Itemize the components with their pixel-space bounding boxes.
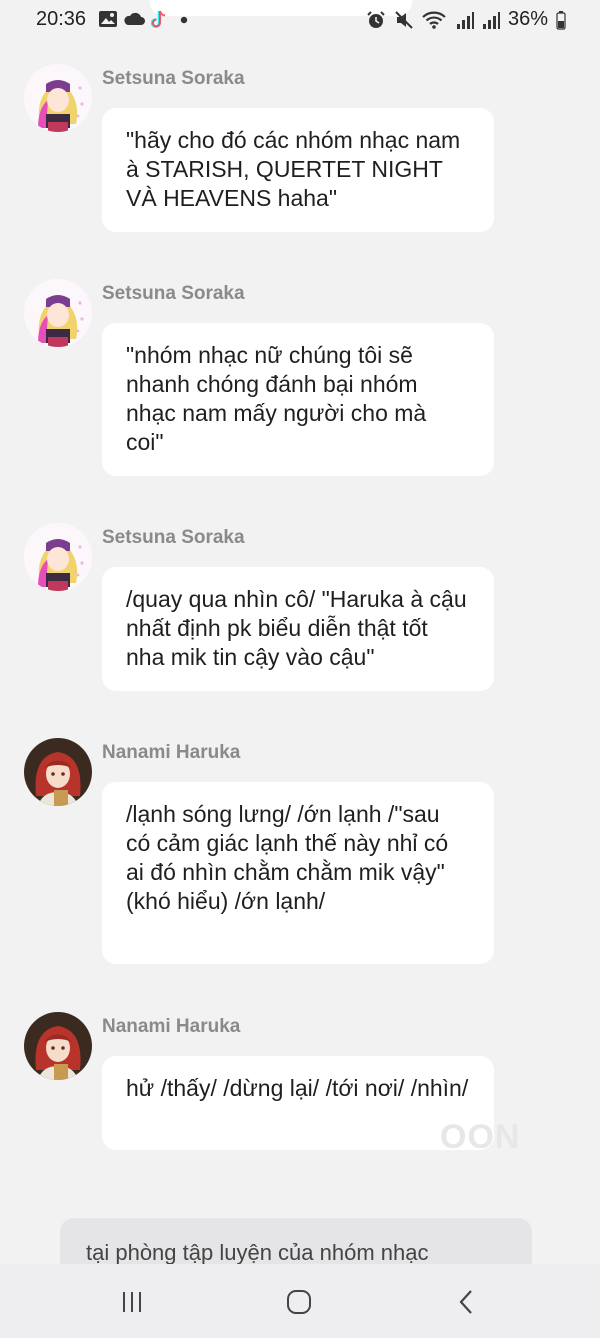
battery-icon [556,10,566,30]
status-time: 20:36 [36,8,87,30]
message-bubble: hử /thấy/ /dừng lại/ /tới nơi/ /nhìn/ [102,1056,494,1150]
alarm-icon [367,10,385,28]
blonde-character-avatar-icon [24,64,92,132]
avatar[interactable] [24,738,92,806]
blonde-character-avatar-icon [24,279,92,347]
battery-percentage: 36% [507,8,548,30]
avatar[interactable] [24,523,92,591]
sender-name: Nanami Haruka [102,1016,241,1037]
avatar[interactable] [24,279,92,347]
navigation-bar [0,1264,600,1338]
dot-icon [180,16,188,24]
recent-apps-icon [123,1292,141,1312]
signal-icon [482,11,500,29]
cloud-icon [124,12,145,25]
message-bubble: "nhóm nhạc nữ chúng tôi sẽ nhanh chóng đ… [102,323,494,476]
sender-name: Setsuna Soraka [102,68,245,89]
recent-apps-button[interactable] [112,1286,152,1318]
home-icon [287,1290,311,1314]
image-icon [99,11,117,27]
back-icon [459,1290,472,1314]
avatar[interactable] [24,64,92,132]
blonde-character-avatar-icon [24,523,92,591]
signal-icon [456,11,474,29]
message-bubble: /lạnh sóng lưng/ /ớn lạnh /"sau có cảm g… [102,782,494,964]
message-bubble: /quay qua nhìn cô/ "Haruka à cậu nhất đị… [102,567,494,691]
mute-icon [395,10,413,29]
wifi-icon [422,11,446,29]
avatar[interactable] [24,1012,92,1080]
redhead-character-avatar-icon [24,1012,92,1080]
back-button[interactable] [447,1286,487,1318]
sender-name: Setsuna Soraka [102,283,245,304]
tiktok-icon [150,10,166,28]
redhead-character-avatar-icon [24,738,92,806]
message-bubble: "hãy cho đó các nhóm nhạc nam à STARISH,… [102,108,494,232]
sender-name: Nanami Haruka [102,742,241,763]
sender-name: Setsuna Soraka [102,527,245,548]
home-button[interactable] [279,1286,319,1318]
watermark: OON [440,1118,521,1156]
status-bar: 20:36 36% [0,0,600,40]
